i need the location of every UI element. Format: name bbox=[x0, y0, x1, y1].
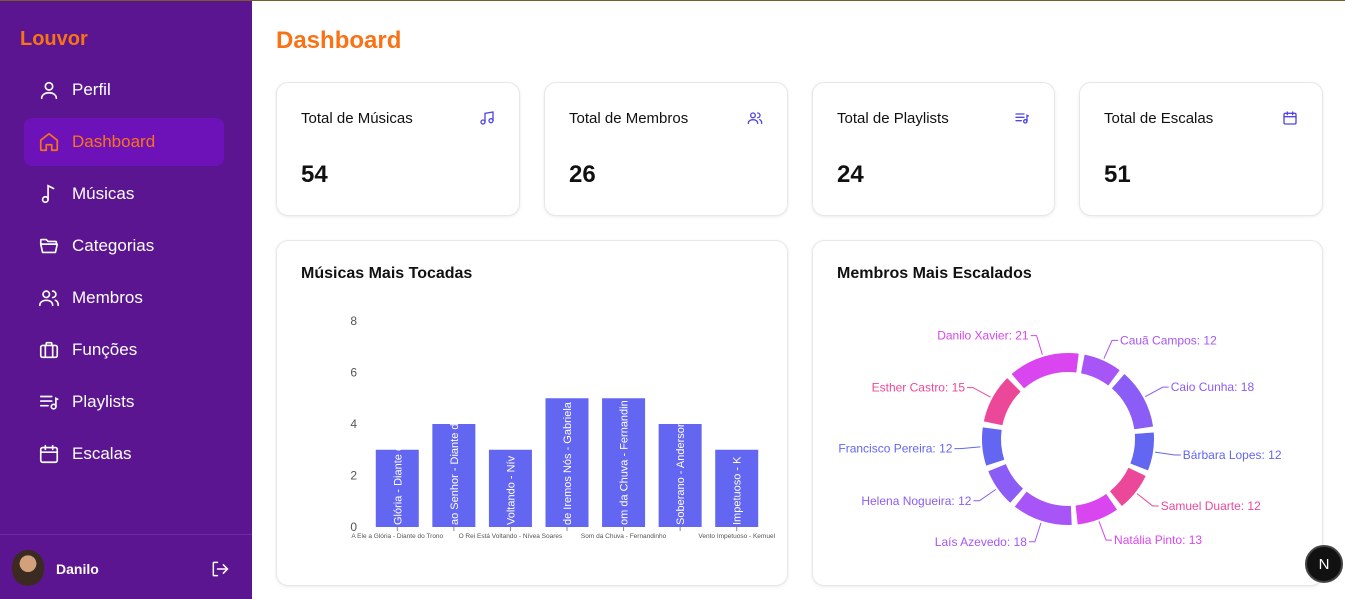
donut-slice[interactable] bbox=[1130, 432, 1154, 471]
slice-label: Cauã Campos: 12 bbox=[1120, 333, 1217, 347]
bar-chart-card: Músicas Mais Tocadas 0 2 4 6 8 Glória - Diant… bbox=[276, 240, 788, 586]
x-tick-label: Som da Chuva - Fernandinho bbox=[581, 533, 667, 540]
slice-label: Francisco Pereira: 12 bbox=[838, 442, 952, 456]
y-tick-label: 2 bbox=[350, 469, 357, 483]
folder-icon bbox=[38, 235, 60, 257]
donut-slice[interactable] bbox=[1014, 491, 1072, 525]
label-leader-line bbox=[1144, 386, 1169, 398]
y-tick-label: 0 bbox=[350, 520, 357, 534]
dev-tools-badge[interactable]: N bbox=[1305, 545, 1343, 583]
music-note-icon bbox=[38, 183, 60, 205]
y-tick-label: 4 bbox=[350, 417, 357, 431]
x-tick-label: A Ele a Glória - Diante do Trono bbox=[351, 533, 443, 540]
slice-label: Bárbara Lopes: 12 bbox=[1183, 448, 1282, 462]
sidebar-item-label: Escalas bbox=[72, 444, 132, 463]
stat-label: Total de Playlists bbox=[837, 110, 949, 127]
bar-data-label: Voltando - Nív bbox=[505, 455, 517, 525]
users-icon bbox=[747, 110, 763, 126]
label-leader-line bbox=[1098, 521, 1113, 541]
home-icon bbox=[38, 131, 60, 153]
stat-label: Total de Músicas bbox=[301, 110, 413, 127]
slice-label: Caio Cunha: 18 bbox=[1171, 380, 1255, 394]
stat-label: Total de Escalas bbox=[1104, 110, 1214, 127]
label-leader-line bbox=[1028, 522, 1042, 543]
label-leader-line bbox=[1136, 493, 1159, 507]
calendar-icon bbox=[1282, 110, 1298, 126]
slice-label: Laís Azevedo: 18 bbox=[935, 535, 1027, 549]
stat-label: Total de Membros bbox=[569, 110, 689, 127]
sidebar-item-perfil[interactable]: Perfil bbox=[24, 66, 224, 114]
sidebar-item-label: Perfil bbox=[72, 80, 111, 99]
label-leader-line bbox=[1154, 451, 1181, 456]
playlist-icon bbox=[1014, 110, 1030, 126]
slice-label: Samuel Duarte: 12 bbox=[1161, 499, 1261, 513]
stat-card-membros: Total de Membros 26 bbox=[544, 82, 788, 216]
user-name: Danilo bbox=[56, 561, 99, 577]
label-leader-line bbox=[1030, 335, 1043, 355]
sidebar-item-label: Membros bbox=[72, 288, 143, 307]
sidebar-item-label: Dashboard bbox=[72, 132, 156, 151]
sidebar-item-playlists[interactable]: Playlists bbox=[24, 378, 224, 426]
logout-icon[interactable] bbox=[210, 559, 230, 579]
label-leader-line bbox=[973, 488, 997, 502]
bar-data-label: om da Chuva - Fernandin bbox=[619, 400, 631, 525]
sidebar: Louvor Perfil Dashboard Músicas Categori… bbox=[0, 1, 252, 599]
brand-logo[interactable]: Louvor bbox=[20, 28, 88, 51]
y-tick-label: 8 bbox=[350, 314, 357, 328]
donut-slice[interactable] bbox=[1080, 354, 1120, 386]
donut-slice[interactable] bbox=[1011, 353, 1079, 389]
donut-slice[interactable] bbox=[1111, 374, 1154, 430]
stat-value: 51 bbox=[1104, 161, 1131, 188]
sidebar-item-funcoes[interactable]: Funções bbox=[24, 326, 224, 374]
sidebar-item-label: Músicas bbox=[72, 184, 135, 203]
stat-value: 26 bbox=[569, 161, 596, 188]
donut-slice[interactable] bbox=[982, 427, 1005, 466]
sidebar-item-dashboard[interactable]: Dashboard bbox=[24, 118, 224, 166]
sidebar-item-membros[interactable]: Membros bbox=[24, 274, 224, 322]
slice-label: Esther Castro: 15 bbox=[872, 381, 966, 395]
bar-data-label: Impetuoso - K bbox=[732, 456, 744, 525]
stat-value: 54 bbox=[301, 161, 328, 188]
stat-card-musicas: Total de Músicas 54 bbox=[276, 82, 520, 216]
music-icon bbox=[479, 110, 495, 126]
x-tick-label: Vento Impetuoso - Kemuel bbox=[698, 533, 775, 540]
sidebar-item-label: Funções bbox=[72, 340, 138, 359]
donut-slice[interactable] bbox=[1075, 494, 1118, 525]
slice-label: Danilo Xavier: 21 bbox=[937, 329, 1029, 343]
donut-slice[interactable] bbox=[988, 464, 1023, 503]
slice-label: Natália Pinto: 13 bbox=[1114, 533, 1202, 547]
playlist-icon bbox=[38, 391, 60, 413]
label-leader-line bbox=[954, 446, 981, 450]
avatar[interactable] bbox=[12, 550, 44, 586]
y-tick-label: 6 bbox=[350, 366, 357, 380]
page-title: Dashboard bbox=[276, 27, 402, 54]
sidebar-item-escalas[interactable]: Escalas bbox=[24, 430, 224, 478]
donut-slice[interactable] bbox=[983, 378, 1021, 426]
sidebar-item-label: Categorias bbox=[72, 236, 155, 255]
slice-label: Helena Nogueira: 12 bbox=[861, 494, 971, 508]
donut-slice[interactable] bbox=[1109, 467, 1146, 507]
bar-data-label: de Iremos Nós - Gabriela bbox=[562, 401, 574, 525]
sidebar-item-musicas[interactable]: Músicas bbox=[24, 170, 224, 218]
bar-data-label: ao Senhor - Diante d bbox=[449, 423, 461, 525]
stat-value: 24 bbox=[837, 161, 864, 188]
sidebar-item-label: Playlists bbox=[72, 392, 135, 411]
sidebar-item-categorias[interactable]: Categorias bbox=[24, 222, 224, 270]
sidebar-footer: Danilo bbox=[0, 534, 252, 599]
donut-chart: Cauã Campos: 12 Caio Cunha: 18 Bárbara Lop… bbox=[838, 329, 1282, 549]
donut-chart-card: Membros Mais Escalados Cauã Campos: 12 Ca… bbox=[812, 240, 1323, 586]
user-icon bbox=[38, 79, 60, 101]
x-tick-label: O Rei Está Voltando - Nívea Soares bbox=[459, 533, 563, 540]
bar-data-label: Glória - Diante d bbox=[392, 445, 404, 525]
label-leader-line bbox=[967, 387, 991, 398]
stat-card-playlists: Total de Playlists 24 bbox=[812, 82, 1055, 216]
bar-data-label: Soberano - Anderson bbox=[675, 421, 687, 525]
calendar-icon bbox=[38, 443, 60, 465]
stat-card-escalas: Total de Escalas 51 bbox=[1079, 82, 1323, 216]
bar-chart: 0 2 4 6 8 Glória - Diante d ao Senhor - Diante… bbox=[350, 314, 775, 540]
label-leader-line bbox=[1103, 339, 1119, 359]
briefcase-icon bbox=[38, 339, 60, 361]
main-content: Dashboard Total de Músicas 54 Total de M… bbox=[252, 1, 1345, 599]
users-icon bbox=[38, 287, 60, 309]
